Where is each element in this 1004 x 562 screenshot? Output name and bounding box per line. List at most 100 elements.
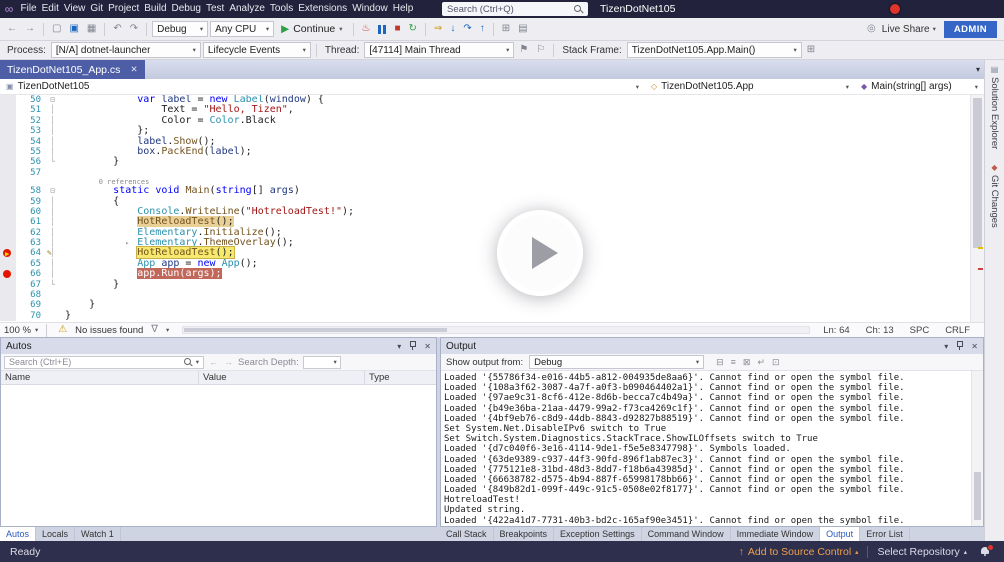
code-line-56[interactable]: 56└ } (0, 157, 970, 167)
code-editor[interactable]: 50⊟ var label = new Label(window) {51│ T… (0, 95, 984, 322)
menu-file[interactable]: File (18, 0, 39, 18)
autos-search-box[interactable]: Search (Ctrl+E) ▾ (4, 356, 204, 369)
menu-project[interactable]: Project (106, 0, 142, 18)
pin-icon[interactable] (409, 341, 416, 351)
breakpoint-margin[interactable] (0, 178, 16, 186)
close-icon[interactable]: ✕ (971, 342, 978, 351)
breakpoint-margin[interactable] (0, 311, 16, 321)
outline-margin[interactable]: │ (46, 116, 59, 126)
breakpoint-margin[interactable] (0, 207, 16, 217)
menu-test[interactable]: Test (203, 0, 226, 18)
breakpoint-margin[interactable] (0, 300, 16, 310)
tab-output[interactable]: Output (820, 527, 860, 541)
navigate-backward-icon[interactable]: ← (4, 24, 20, 34)
outline-margin[interactable]: │ (46, 207, 59, 217)
close-icon[interactable]: ✕ (424, 342, 431, 351)
output-log[interactable]: Loaded '{55786f34-e016-44b5-a812-004935d… (441, 371, 983, 526)
outline-margin[interactable] (46, 178, 59, 186)
tab-locals[interactable]: Locals (36, 527, 75, 541)
code-line-55[interactable]: 55│ box.PackEnd(label); (0, 147, 970, 157)
code-text[interactable]: } (59, 300, 970, 310)
outline-margin[interactable]: │ (46, 269, 59, 279)
outline-margin[interactable]: │ (46, 217, 59, 227)
outline-margin[interactable] (46, 311, 59, 321)
code-line-67[interactable]: 67└ } (0, 280, 970, 290)
save-all-icon[interactable]: ▦ (84, 24, 99, 34)
tab-exception-settings[interactable]: Exception Settings (554, 527, 642, 541)
find-in-files-icon[interactable]: ⊞ (499, 24, 513, 34)
code-line-57[interactable]: 57 (0, 168, 970, 178)
code-line-69[interactable]: 69 } (0, 300, 970, 310)
output-panel-title-bar[interactable]: Output ▾ ✕ (441, 338, 983, 354)
tab-watch-1[interactable]: Watch 1 (75, 527, 121, 541)
tab-breakpoints[interactable]: Breakpoints (494, 527, 555, 541)
column-header-type[interactable]: Type (365, 371, 436, 384)
output-vertical-scrollbar[interactable] (971, 371, 983, 526)
outline-margin[interactable] (46, 290, 59, 300)
find-message-icon[interactable]: ⊟ (716, 357, 724, 368)
breadcrumb-class-dropdown[interactable]: ◇TizenDotNet105.App▾ (645, 79, 855, 94)
step-into-icon[interactable]: ↓ (447, 24, 458, 34)
code-line-68[interactable]: 68 (0, 290, 970, 300)
add-to-source-control-button[interactable]: ↑ Add to Source Control ▴ (739, 546, 859, 558)
autos-panel-title-bar[interactable]: Autos ▾ ✕ (1, 338, 436, 354)
menu-tools[interactable]: Tools (267, 0, 295, 18)
solution-explorer-toolbar-icon[interactable]: ▤ (515, 24, 530, 34)
code-text[interactable]: } (59, 157, 970, 167)
breakpoint-margin[interactable] (0, 105, 16, 115)
breakpoint-margin[interactable] (0, 137, 16, 147)
breakpoint-margin[interactable] (0, 147, 16, 157)
menu-build[interactable]: Build (142, 0, 169, 18)
breadcrumb-project-dropdown[interactable]: ▣TizenDotNet105▾ (0, 79, 645, 94)
flag-outline-icon[interactable]: ⚐ (533, 45, 548, 55)
menu-edit[interactable]: Edit (39, 0, 61, 18)
column-header-name[interactable]: Name (1, 371, 199, 384)
platform-dropdown[interactable]: Any CPU ▾ (210, 21, 274, 37)
menu-window[interactable]: Window (350, 0, 391, 18)
window-position-icon[interactable]: ▾ (397, 342, 401, 351)
breakpoint-margin[interactable] (0, 186, 16, 196)
issues-text[interactable]: No issues found (75, 325, 143, 336)
stack-frame-dropdown[interactable]: TizenDotNet105.App.Main() ▾ (627, 42, 802, 58)
code-line-58[interactable]: 58⊟ static void Main(string[] args) (0, 186, 970, 196)
process-dropdown[interactable]: [N/A] dotnet-launcher ▾ (51, 42, 201, 58)
undo-icon[interactable]: ↶ (110, 24, 124, 34)
outline-margin[interactable]: │ (46, 126, 59, 136)
outline-margin[interactable]: ⊟ (46, 186, 59, 196)
toggle-autoscroll-icon[interactable]: ⊡ (772, 357, 780, 368)
live-share-button[interactable]: ◎ Live Share ▾ (864, 24, 936, 35)
breakpoint-margin[interactable]: ▶ (0, 248, 16, 258)
navigate-forward-icon[interactable]: → (22, 24, 38, 34)
breakpoint-margin[interactable] (0, 95, 16, 105)
window-position-icon[interactable]: ▾ (944, 342, 948, 351)
outline-margin[interactable]: │ (46, 137, 59, 147)
breakpoint-margin[interactable] (0, 116, 16, 126)
document-tab[interactable]: TizenDotNet105_App.cs ✕ (0, 60, 145, 79)
tab-autos[interactable]: Autos (0, 527, 36, 541)
outline-margin[interactable]: │ (46, 238, 59, 248)
step-over-icon[interactable]: ↷ (460, 24, 474, 34)
issues-indicator-icon[interactable]: ⚠ (55, 325, 70, 335)
save-icon[interactable]: ▣ (66, 24, 81, 34)
admin-badge[interactable]: ADMIN (944, 21, 997, 38)
redo-icon[interactable]: ↷ (127, 24, 141, 34)
search-depth-dropdown[interactable]: ▾ (303, 356, 341, 369)
breakpoint-margin[interactable] (0, 238, 16, 248)
new-file-icon[interactable]: ▢ (49, 24, 64, 34)
break-all-icon[interactable] (378, 25, 386, 34)
video-play-button[interactable] (497, 210, 583, 296)
side-tab-solution-explorer[interactable]: ▤Solution Explorer (989, 65, 1000, 149)
outline-margin[interactable]: ⊟ (46, 95, 59, 105)
breakpoint-margin[interactable] (0, 126, 16, 136)
outline-margin[interactable] (46, 168, 59, 178)
show-next-statement-icon[interactable]: ⇒ (431, 24, 445, 34)
breakpoint-margin[interactable] (0, 168, 16, 178)
autos-body[interactable] (1, 385, 436, 526)
breakpoint-margin[interactable] (0, 228, 16, 238)
pin-icon[interactable] (956, 341, 963, 351)
outline-margin[interactable]: └ (46, 280, 59, 290)
outline-margin[interactable]: │ (46, 197, 59, 207)
threads-window-icon[interactable]: ⊞ (804, 45, 818, 55)
step-out-icon[interactable]: ↑ (477, 24, 488, 34)
flag-threads-icon[interactable]: ⚑ (516, 45, 531, 55)
